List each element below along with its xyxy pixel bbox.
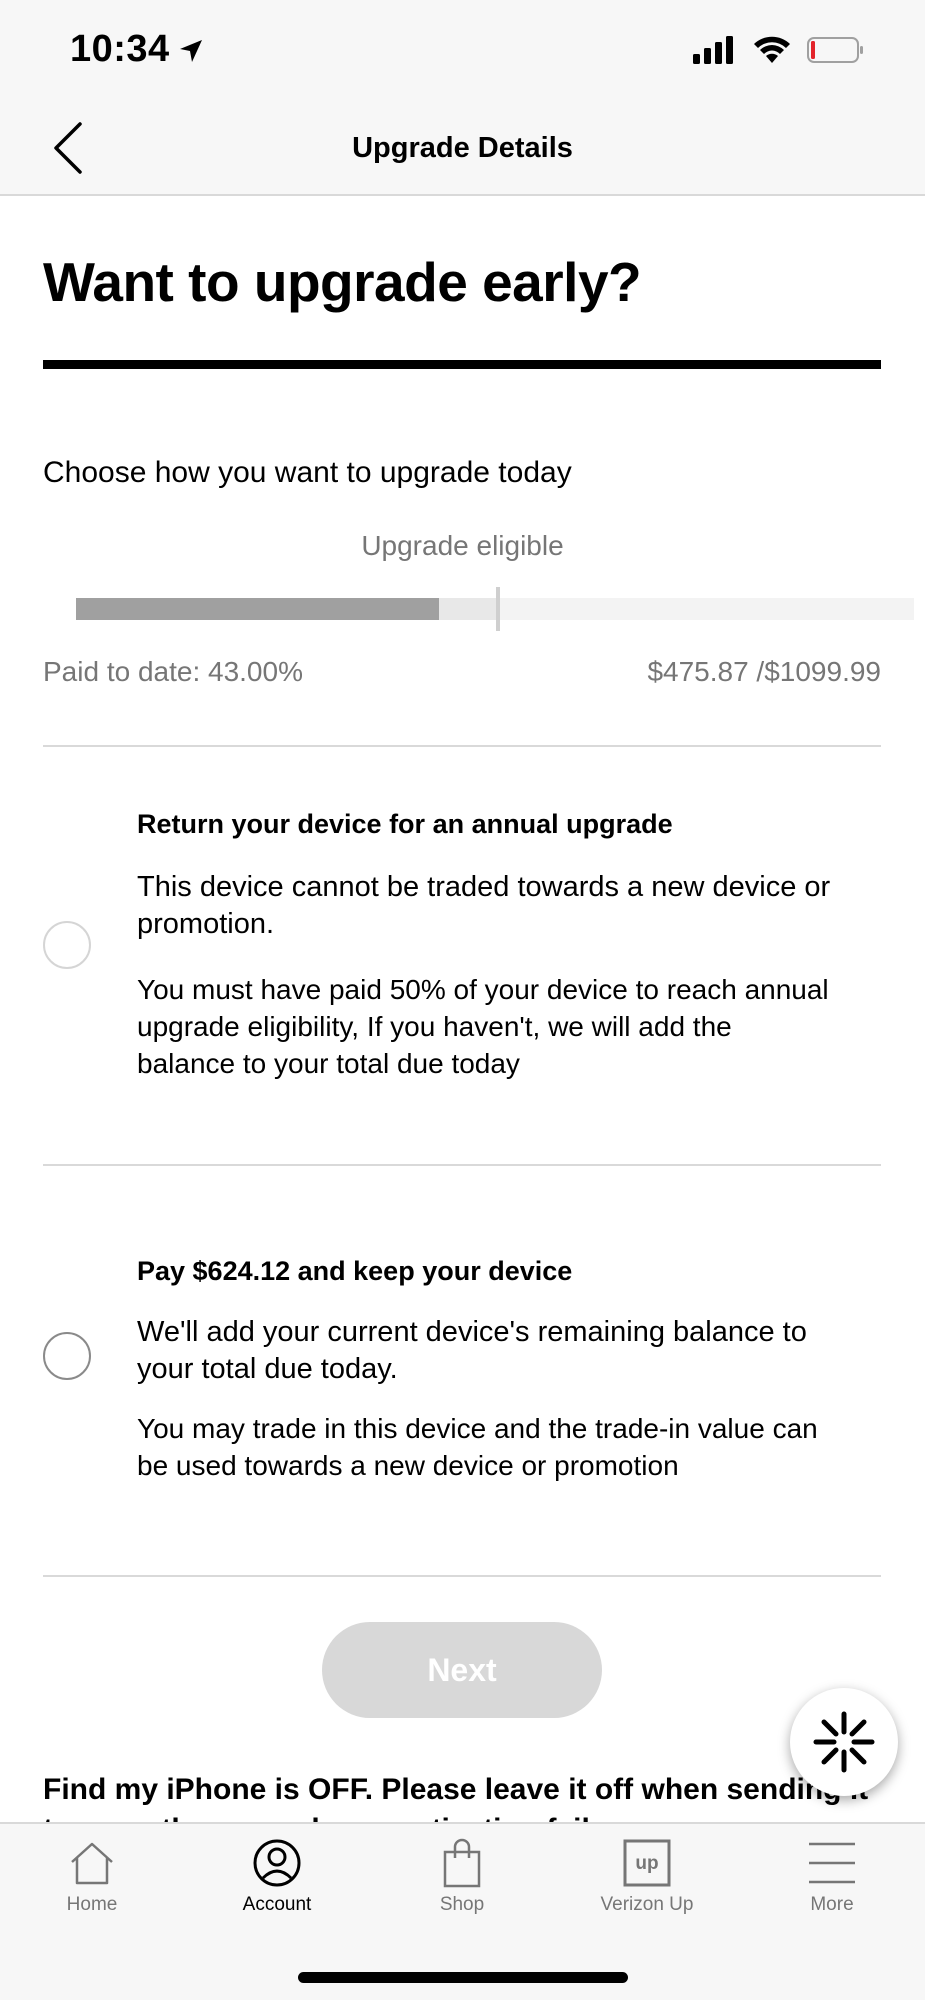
option-description: You may trade in this device and the tra…	[137, 1413, 818, 1481]
choose-instruction: Choose how you want to upgrade today	[43, 456, 572, 489]
status-icons	[693, 36, 865, 64]
payment-progress-bar	[76, 587, 914, 631]
app-header: Upgrade Details	[0, 100, 925, 196]
headline: Want to upgrade early?	[43, 251, 642, 313]
tab-home[interactable]: Home	[22, 1838, 162, 1916]
wifi-icon	[754, 36, 790, 63]
tab-account[interactable]: Account	[207, 1838, 347, 1916]
headline-divider	[43, 360, 881, 369]
paid-amount-label: $475.87 /$1099.99	[647, 656, 881, 687]
find-iphone-notice: Find my iPhone is OFF. Please leave it o…	[43, 1773, 868, 1822]
next-button[interactable]: Next	[322, 1622, 602, 1718]
home-indicator	[298, 1972, 628, 1983]
status-time: 10:34	[70, 28, 170, 70]
tab-verizon-up[interactable]: up Verizon Up	[577, 1838, 717, 1916]
home-icon	[71, 1842, 113, 1885]
chat-button[interactable]	[790, 1688, 898, 1796]
option-description: This device cannot be traded towards a n…	[137, 871, 831, 940]
tab-label: Home	[66, 1894, 118, 1915]
radio-annual-upgrade[interactable]	[43, 921, 91, 969]
option-description: You must have paid 50% of your device to…	[137, 974, 829, 1079]
page-title: Upgrade Details	[352, 132, 573, 164]
tab-more[interactable]: More	[762, 1838, 902, 1916]
option-title: Pay $624.12 and keep your device	[137, 1256, 573, 1286]
battery-low-icon	[807, 37, 863, 63]
upgrade-eligible-label: Upgrade eligible	[361, 530, 564, 561]
progress-fill	[76, 598, 439, 620]
paid-to-date-label: Paid to date: 43.00%	[43, 656, 303, 687]
tab-label: More	[810, 1894, 854, 1915]
signal-icon	[693, 36, 733, 64]
eligibility-marker	[496, 587, 500, 631]
divider	[43, 1575, 881, 1577]
option-annual-upgrade[interactable]: Return your device for an annual upgrade…	[43, 745, 881, 1165]
tab-label: Shop	[439, 1894, 485, 1915]
option-title: Return your device for an annual upgrade	[137, 809, 673, 839]
account-icon	[253, 1839, 301, 1887]
menu-icon	[809, 1842, 855, 1884]
status-bar: 10:34	[0, 0, 925, 100]
tab-shop[interactable]: Shop	[392, 1838, 532, 1916]
verizon-up-icon: up	[623, 1839, 671, 1887]
location-arrow-icon	[180, 40, 202, 62]
radio-pay-keep-device[interactable]	[43, 1332, 91, 1380]
tab-label: Verizon Up	[600, 1894, 694, 1915]
tab-label: Account	[242, 1894, 312, 1915]
option-pay-keep-device[interactable]: Pay $624.12 and keep your device We'll a…	[43, 1164, 881, 1576]
shopping-bag-icon	[443, 1838, 481, 1888]
option-description: We'll add your current device's remainin…	[137, 1316, 807, 1385]
chat-burst-icon	[813, 1711, 875, 1773]
svg-text:up: up	[635, 1853, 658, 1874]
